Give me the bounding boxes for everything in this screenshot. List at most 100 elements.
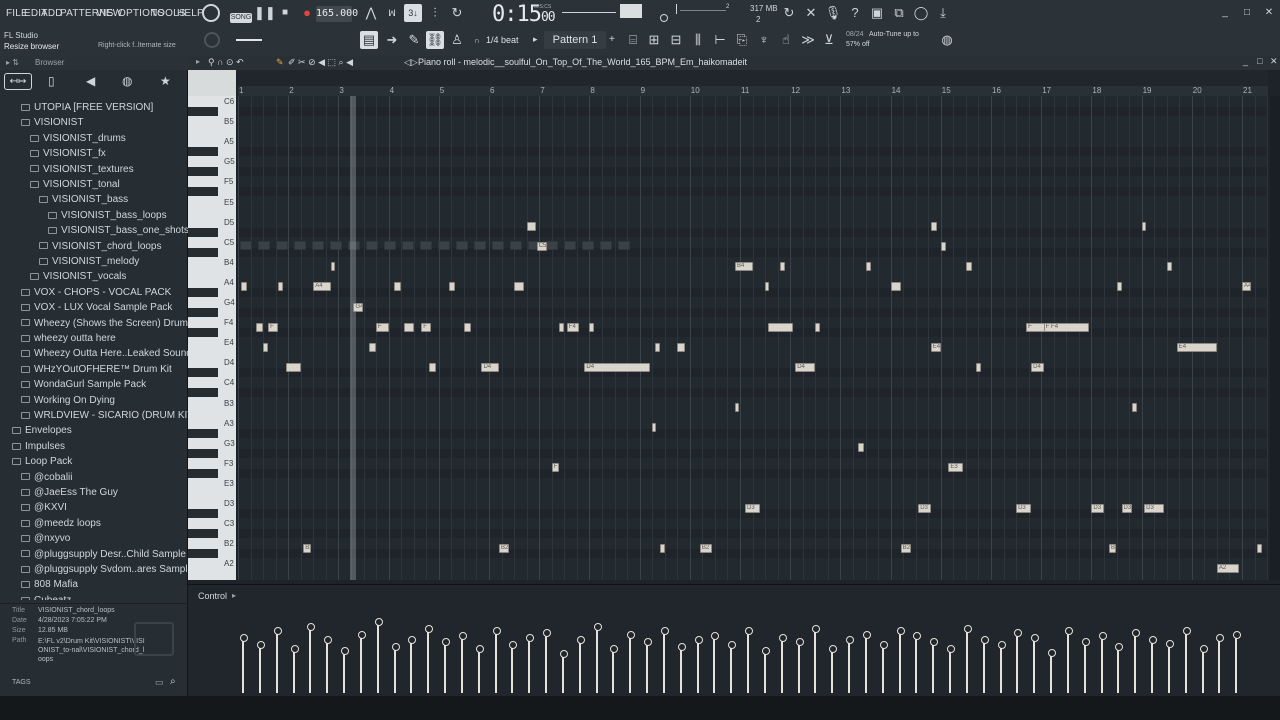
favorites-tab-icon[interactable]: ★	[160, 74, 171, 88]
black-key[interactable]	[188, 107, 218, 117]
maximize-icon[interactable]: □	[1238, 4, 1256, 22]
master-volume-knob[interactable]	[204, 32, 220, 48]
midi-note[interactable]	[428, 362, 437, 372]
midi-note[interactable]: F	[421, 322, 432, 332]
timeline-ruler[interactable]: 1 2 3 4 5 6 7 8 9 10 11 12 13 14 15 16 17 18 19 20 21	[238, 86, 1268, 96]
velocity-bar[interactable]	[913, 632, 922, 693]
browser-folder[interactable]: WHzYOutOFHERE™ Drum Kit	[0, 362, 172, 377]
velocity-bar[interactable]	[846, 636, 854, 693]
browser-options-icon[interactable]: ▸ ⇅	[6, 58, 19, 67]
midi-note[interactable]: D4	[584, 362, 650, 372]
midi-note[interactable]	[589, 322, 595, 332]
velocity-bar[interactable]	[795, 637, 804, 693]
midi-note[interactable]	[403, 322, 414, 332]
velocity-bar[interactable]	[711, 631, 720, 693]
cart-icon[interactable]: ⊻	[820, 31, 838, 49]
playhead[interactable]	[350, 96, 356, 580]
midi-note[interactable]	[965, 262, 972, 272]
midi-note[interactable]: A4	[313, 282, 331, 292]
browser-folder[interactable]: VOX - LUX Vocal Sample Pack	[0, 300, 172, 315]
online-tab-icon[interactable]: ◍	[122, 74, 132, 88]
velocity-bar[interactable]	[1182, 627, 1191, 693]
wait-icon[interactable]: ꟽ	[383, 4, 401, 22]
midi-note[interactable]	[677, 342, 685, 352]
midi-note[interactable]	[857, 443, 864, 453]
browser-folder[interactable]: VISIONIST_melody	[0, 254, 139, 269]
black-key[interactable]	[188, 549, 218, 559]
midi-note[interactable]: D4	[1031, 362, 1044, 372]
velocity-bar[interactable]	[475, 645, 484, 693]
browser-folder[interactable]: Working On Dying	[0, 393, 115, 408]
velocity-bar[interactable]	[1048, 648, 1056, 693]
browser-folder[interactable]: VISIONIST_tonal	[0, 177, 120, 192]
velocity-bar[interactable]	[1098, 632, 1107, 693]
velocity-bar[interactable]	[1233, 630, 1242, 693]
browser-folder[interactable]: VISIONIST_chord_loops	[0, 239, 162, 254]
velocity-bar[interactable]	[896, 627, 905, 693]
record-icon[interactable]: ●	[298, 4, 316, 22]
velocity-bar[interactable]	[273, 627, 282, 693]
velocity-bar[interactable]	[627, 630, 636, 693]
black-key[interactable]	[188, 368, 218, 378]
browser-folder[interactable]: WRLDVIEW - SICARIO (DRUM KIT)	[0, 408, 188, 423]
velocity-bar[interactable]	[862, 630, 871, 693]
velocity-bar[interactable]	[694, 636, 703, 693]
minimize-icon[interactable]: _	[1216, 4, 1234, 22]
velocity-bar[interactable]	[341, 646, 349, 693]
magnet-icon[interactable]: ∩	[474, 36, 480, 45]
black-key[interactable]	[188, 308, 218, 318]
midi-note[interactable]: F F4	[1043, 322, 1089, 332]
vertical-scrollbar[interactable]	[1270, 96, 1280, 580]
midi-note[interactable]	[767, 322, 793, 332]
velocity-bar[interactable]	[509, 640, 518, 693]
news-text[interactable]: Auto-Tune up to	[869, 31, 919, 38]
plugin-picker-icon[interactable]: ♆	[755, 31, 773, 49]
stamp-icon[interactable]: ♙	[448, 31, 466, 49]
velocity-bar[interactable]	[1199, 645, 1208, 693]
browser-folder[interactable]: Cubeatz	[0, 593, 71, 600]
velocity-bar[interactable]	[660, 627, 669, 693]
save-icon[interactable]: ▣	[868, 4, 886, 22]
black-key[interactable]	[188, 468, 218, 478]
browser-folder[interactable]: UTOPIA [FREE VERSION]	[0, 100, 153, 115]
midi-note[interactable]	[278, 282, 284, 292]
velocity-bar[interactable]	[593, 623, 602, 693]
midi-note[interactable]	[975, 362, 981, 372]
browser-folder[interactable]: @meedz loops	[0, 516, 101, 531]
snap-selector[interactable]: 1/4 beat	[486, 35, 519, 45]
arrow-right-icon[interactable]: ➜	[383, 31, 401, 49]
midi-note[interactable]	[930, 222, 937, 232]
black-key[interactable]	[188, 227, 218, 237]
midi-note[interactable]: C5	[536, 242, 547, 252]
recording-knob-icon[interactable]	[202, 4, 220, 22]
velocity-bar[interactable]	[1081, 637, 1090, 693]
pencil-icon[interactable]: ✎	[405, 31, 423, 49]
black-key[interactable]	[188, 167, 218, 177]
browser-folder[interactable]: @JaeEss The Guy	[0, 485, 118, 500]
velocity-bar[interactable]	[778, 634, 787, 693]
song-mode-toggle[interactable]: SONG	[230, 13, 252, 23]
plugins-tab-icon[interactable]: ◀	[86, 74, 95, 88]
velocity-bar[interactable]	[1165, 639, 1174, 693]
metronome-icon[interactable]: ⋀	[362, 4, 380, 22]
piano-roll-view-icon[interactable]: ⊟	[667, 31, 685, 49]
midi-note[interactable]	[559, 322, 565, 332]
velocity-bar[interactable]	[357, 630, 366, 693]
midi-note[interactable]	[654, 342, 660, 352]
countdown-icon[interactable]: 3↓	[404, 4, 422, 22]
velocity-lane[interactable]	[238, 585, 1268, 697]
browser-view-icon[interactable]: ⎘	[733, 31, 751, 49]
velocity-bar[interactable]	[829, 645, 838, 693]
master-pitch-slider[interactable]	[236, 39, 262, 41]
midi-note[interactable]: E4	[1176, 342, 1217, 352]
velocity-bar[interactable]	[997, 640, 1006, 693]
midi-note[interactable]: A2	[1216, 563, 1240, 573]
edit-tools-icons[interactable]: ✐ ✂ ⊘ ◀ ⬚ ⌕ ◀︎	[288, 57, 353, 68]
browser-folder[interactable]: Wheezy Outta Here..Leaked Sounds KiT	[0, 346, 188, 361]
velocity-bar[interactable]	[930, 637, 939, 693]
refresh-icon[interactable]: ↻	[780, 4, 798, 22]
midi-note[interactable]: B2	[303, 543, 311, 553]
velocity-bar[interactable]	[1064, 627, 1073, 693]
search-icon[interactable]: ⌕	[170, 676, 176, 687]
velocity-bar[interactable]	[963, 625, 972, 693]
